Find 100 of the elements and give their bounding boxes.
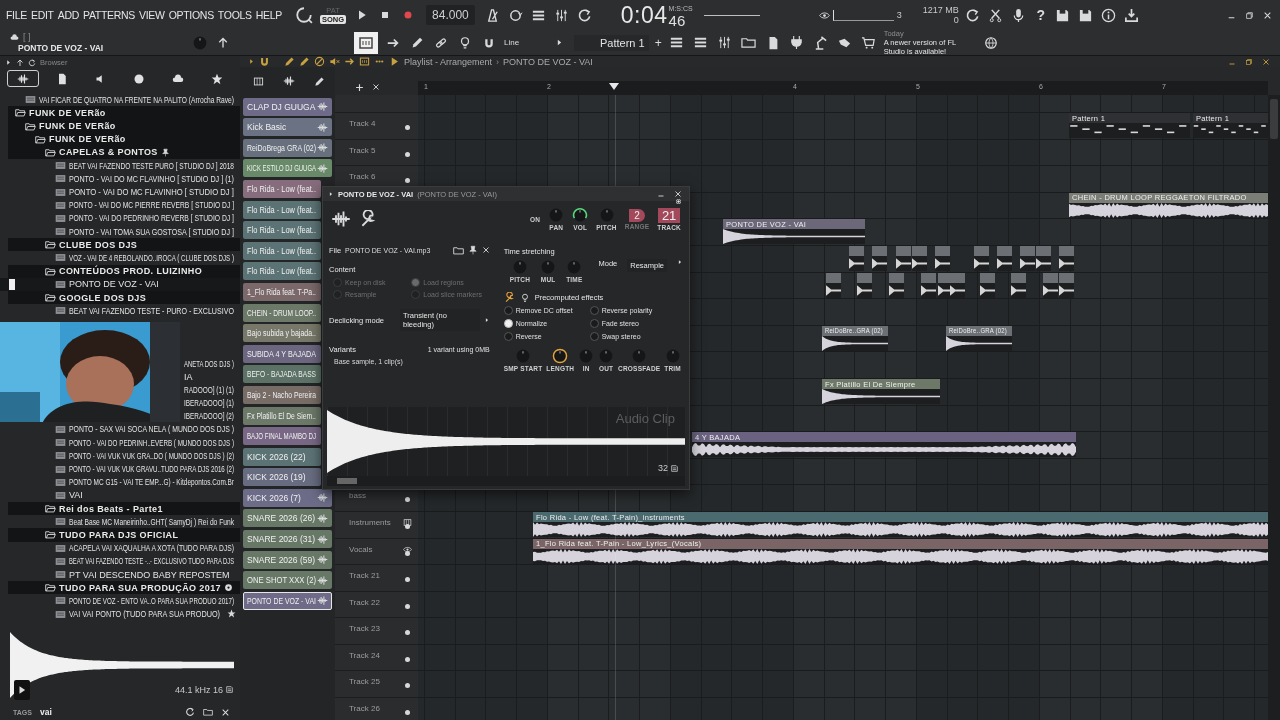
tempo-field[interactable]: 84.000 [426,5,475,25]
file-name[interactable]: BEAT VAI FAZENDO TESTE PURO [ STUDIO DJ ] 2018 [69,160,234,171]
clip-source-button[interactable]: SNARE 2026 (31) [243,530,332,549]
file-name[interactable]: RADOOO] (1) (1) [184,384,234,395]
memory-usage: 1217 MB [922,5,959,15]
track-name[interactable]: Instruments [349,517,399,527]
file-name[interactable]: BEAT VAI FAZENDO TESTE - PURO - EXCLUSIVO [69,305,234,316]
file-name[interactable]: PONTO - VAI DO MC PIERRE REVERB [ STUDIO DJ ] [69,200,234,211]
folder-name[interactable]: TUDO PARA SUA PRODUÇÃO 2017 [59,582,221,593]
track-name[interactable]: Vocals [349,544,399,554]
clip-source-button[interactable]: BAJO FINAL MAMBO DJ [243,427,321,446]
file-name[interactable]: ANETA DOS DJS ) [184,358,234,369]
clip-source-button[interactable]: Flo Rida - Low (feat.. [243,200,321,219]
file-name[interactable]: PONTO - VAI DO PEDRINHO REVERB [ STUDIO DJ ] [69,213,234,224]
track-name[interactable]: Track 22 [349,597,412,607]
file-name[interactable]: PONTO - VAI VUK VUK GRA..DO ( MUNDO DOS DJS ) (2) [69,450,234,461]
file-name[interactable]: PONTO - SAX VAI SOCA NELA ( MUNDO DOS DJS ) [69,424,234,435]
pattern-selector[interactable]: Pattern 1 [574,34,649,51]
file-name[interactable]: PONTO - VAI TOMA SUA GOSTOSA [ STUDIO DJ ] [69,226,234,237]
file-name[interactable]: PONTO - VAI DO MC FLAVINHO [ STUDIO DJ ] [69,187,234,198]
clip-source-button[interactable]: ReiDoBrega GRA (02) [243,138,332,157]
clip-source-button[interactable]: SUBIDA 4 Y BAJADA [243,344,321,363]
clip-source-button[interactable]: PONTO DE VOZ - VAI [243,591,332,610]
track-name[interactable]: Track 21 [349,571,412,581]
time-display: 0:04 [620,1,668,29]
folder-name[interactable]: GOOGLE DOS DJS [59,292,147,303]
folder-row[interactable]: TUDO PARA DJS OFICIAL [8,528,240,542]
polyphony-count: 0 [953,15,959,25]
clip-source-button[interactable]: SNARE 2026 (26) [243,509,332,528]
file-name[interactable]: IA [184,371,193,382]
clip-source-button[interactable]: Flo Rida - Low (feat.. [243,262,321,281]
menu-item[interactable]: TOOLS [217,9,252,21]
track-number[interactable]: 21 [657,207,681,223]
file-name[interactable]: PONTO - VAI VUK VUK GRAVU..TUDO PARA DJS 2016 (2) [69,464,234,474]
clip-source-button[interactable]: KICK 2026 (7) [243,488,332,507]
clip-source-button[interactable]: 1_Flo Rida feat. T-Pa.. [243,282,321,301]
clip-source-button[interactable]: KICK 2026 (19) [243,468,321,487]
clip-source-button[interactable]: KICK ESTILO DJ GUUGA [243,159,332,178]
hint-title: PONTO DE VOZ - VAI [17,42,105,54]
clip-source-button[interactable]: SNARE 2026 (59) [243,550,332,569]
add-pattern-button[interactable]: + [654,35,662,50]
file-name[interactable]: VAI [69,490,83,501]
range-value[interactable]: 2 [629,208,645,222]
folder-row[interactable]: CLUBE DOS DJS [8,238,240,252]
file-name[interactable]: PONTO DE VOZ - ENTO VA..O PARA SUA PRODUO 2017) [69,595,234,606]
file-name[interactable]: VOZ - VAI DE 4 REBOLANDO..IROCA ( CLUBE DOS DJS ) [69,253,234,263]
menu-item[interactable]: OPTIONS [168,9,214,21]
folder-name[interactable]: CLUBE DOS DJS [59,239,138,250]
track-name[interactable]: Track 26 [349,704,412,714]
clip-source-button[interactable]: Flo Rida - Low (feat.. [243,179,321,198]
menu-item[interactable]: EDIT [31,9,54,21]
file-name[interactable]: ACAPELA VAI XAQUALHA A XOTA (TUDO PARA DJS) [69,543,234,554]
hint-bracket: [ ] [23,31,31,43]
file-name[interactable]: PONTO - VAI DO MC FLAVINHO [ STUDIO DJ ] (1) [69,173,234,184]
track-name[interactable]: Track 24 [349,650,412,660]
folder-name[interactable]: FUNK DE VERão [39,121,116,132]
clip-source-button[interactable]: Bajo 2 - Nacho Pereira [243,385,321,404]
file-name[interactable]: BEAT VAI FAZENDO TESTE -..- EXCLUSIVO TUDO PARA DJS [69,556,234,567]
track-name[interactable]: Track 5 [349,145,412,155]
folder-row[interactable]: FUNK DE VERão [8,106,240,120]
clip-source-button[interactable]: Fx Platillo El De Siem.. [243,406,321,425]
file-name[interactable]: PONTO - VAI DO PEDRINH..EVERB ( MUNDO DOS DJS ) [69,437,234,448]
file-name[interactable]: PT VAI DESCENDO BABY REPOSTEM [69,569,230,580]
track-name[interactable]: Track 25 [349,677,412,687]
file-name[interactable]: PONTO MC G15 - VAI TE EMP...G) - Kitdepontos.Com.Br [69,477,234,488]
folder-name[interactable]: CONTEÚDOS PROD. LUIZINHO [59,266,203,277]
watermark-label: Audio Clip [615,411,675,426]
clip-source-button[interactable]: CLAP DJ GUUGA [243,97,332,116]
help-button[interactable]: ? [1032,5,1049,25]
clip-source-button[interactable]: ONE SHOT XXX (2) [243,571,332,590]
track-name[interactable]: Track 6 [349,172,412,182]
folder-name[interactable]: Rei dos Beats - Parte1 [59,503,163,514]
clip-source-button[interactable]: Kick Basic [243,118,332,137]
folder-name[interactable]: CAPELAS & PONTOS [59,147,158,158]
folder-row[interactable]: TUDO PARA SUA PRODUÇÃO 2017 [8,581,240,595]
track-name[interactable]: Track 23 [349,624,412,634]
clip-source-button[interactable]: CHEIN - DRUM LOOP.. [243,303,321,322]
folder-name[interactable]: FUNK DE VERão [29,107,106,118]
tags-value[interactable]: vai [39,707,52,718]
menu-item[interactable]: HELP [255,9,282,21]
file-name[interactable]: Beat Base MC Maneirinho..GHT( SamyDj ) Rei do Funk [69,516,234,527]
track-name[interactable]: Track 4 [349,119,412,128]
clip-source-button[interactable]: Flo Rida - Low (feat.. [243,221,321,240]
file-name[interactable]: PONTO DE VOZ - VAI [69,279,159,290]
clip-source-button[interactable]: BEFO - BAJADA BASS [243,365,321,384]
menu-item[interactable]: PATTERNS [83,9,136,21]
menu-item[interactable]: FILE [6,9,27,21]
file-name[interactable]: VAI VAI PONTO (TUDO PARA SUA PRODUO) [69,609,220,620]
folder-name[interactable]: TUDO PARA DJS OFICIAL [59,529,179,540]
clip-source-button[interactable]: Bajo subida y bajada.. [243,324,321,343]
menu-item[interactable]: VIEW [139,9,165,21]
cpu-value: 3 [896,10,902,20]
snap-dropdown[interactable]: Line [504,38,544,47]
clip-source-button[interactable]: KICK 2026 (22) [243,447,321,466]
clip-source-button[interactable]: Flo Rida - Low (feat.. [243,241,321,260]
breadcrumb-separator: › [496,56,500,67]
track-name[interactable]: bass [349,491,412,501]
menu-item[interactable]: ADD [57,9,79,21]
file-name[interactable]: VAI FICAR DE QUATRO NA FRENTE NA PALITO (Arrocha Rave) [39,94,234,105]
folder-name[interactable]: FUNK DE VERão [49,134,126,145]
